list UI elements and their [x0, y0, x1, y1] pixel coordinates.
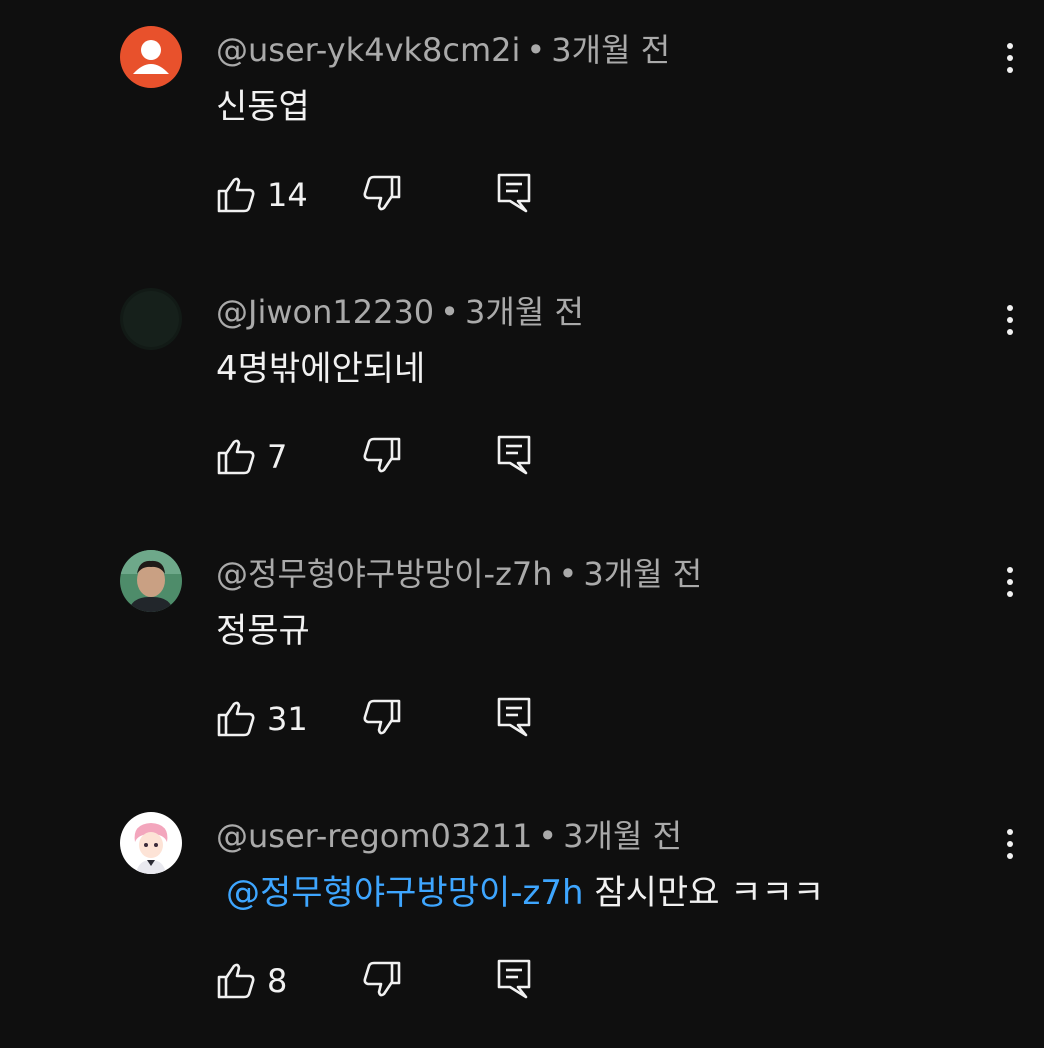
reply-comment-icon	[497, 173, 531, 213]
comment-time: 3개월 전	[563, 817, 683, 855]
comment-actions: 31	[216, 692, 616, 744]
reply-button[interactable]	[496, 696, 532, 738]
avatar[interactable]	[120, 288, 182, 350]
comment: @정무형야구방망이-z7h • 3개월 전 정몽규 31	[0, 524, 1044, 786]
author-name[interactable]: @user-yk4vk8cm2i	[216, 31, 520, 69]
reply-button[interactable]	[496, 958, 532, 1000]
comment-text: 정몽규	[216, 608, 310, 654]
like-button[interactable]	[216, 960, 256, 1000]
thumbs-up-icon	[217, 963, 255, 999]
reply-comment-icon	[497, 959, 531, 999]
author-name[interactable]: @user-regom03211	[216, 817, 532, 855]
author-name[interactable]: @Jiwon12230	[216, 293, 434, 331]
thumbs-down-icon	[363, 175, 401, 211]
default-person-avatar-icon	[120, 26, 182, 88]
comment-body: 신동엽	[216, 87, 310, 127]
mention-link[interactable]: @정무형야구방망이-z7h	[226, 873, 584, 913]
comment-text: 신동엽	[216, 84, 310, 130]
anime-character-avatar-icon	[120, 812, 182, 874]
like-count: 31	[267, 700, 308, 738]
comment: @user-yk4vk8cm2i • 3개월 전 신동엽 14	[0, 0, 1044, 262]
dislike-button[interactable]	[362, 698, 402, 738]
author-name[interactable]: @정무형야구방망이-z7h	[216, 555, 553, 593]
reply-button[interactable]	[496, 434, 532, 476]
comment-time: 3개월 전	[551, 31, 671, 69]
comment-meta: @user-yk4vk8cm2i • 3개월 전	[216, 28, 670, 72]
more-vertical-icon[interactable]	[994, 560, 1026, 604]
thumbs-down-icon	[363, 961, 401, 997]
like-button[interactable]	[216, 698, 256, 738]
comment-time: 3개월 전	[583, 555, 703, 593]
thumbs-up-icon	[217, 439, 255, 475]
like-button[interactable]	[216, 436, 256, 476]
comment-body: 잠시만요 ㅋㅋㅋ	[594, 873, 825, 913]
comment-actions: 14	[216, 168, 616, 220]
comment-body: 4명밖에안되네	[216, 349, 426, 389]
meta-separator: •	[440, 293, 460, 331]
thumbs-up-icon	[217, 177, 255, 213]
photo-avatar-icon	[120, 550, 182, 612]
comment-body: 정몽규	[216, 611, 310, 651]
avatar[interactable]	[120, 812, 182, 874]
comment-text: @정무형야구방망이-z7h 잠시만요 ㅋㅋㅋ	[216, 870, 824, 916]
comment-actions: 7	[216, 430, 616, 482]
reply-button[interactable]	[496, 172, 532, 214]
more-vertical-icon[interactable]	[994, 822, 1026, 866]
meta-separator: •	[526, 31, 546, 69]
dislike-button[interactable]	[362, 960, 402, 1000]
meta-separator: •	[538, 817, 558, 855]
dislike-button[interactable]	[362, 174, 402, 214]
comment: @user-regom03211 • 3개월 전 @정무형야구방망이-z7h 잠시만…	[0, 786, 1044, 1048]
comment-actions: 8	[216, 954, 616, 1006]
comment-time: 3개월 전	[465, 293, 584, 331]
avatar[interactable]	[120, 26, 182, 88]
reply-comment-icon	[497, 435, 531, 475]
like-button[interactable]	[216, 174, 256, 214]
comment-meta: @Jiwon12230 • 3개월 전	[216, 290, 584, 334]
comment-meta: @정무형야구방망이-z7h • 3개월 전	[216, 552, 702, 596]
like-count: 8	[267, 962, 288, 1000]
avatar[interactable]	[120, 550, 182, 612]
like-count: 14	[267, 176, 308, 214]
thumbs-up-icon	[217, 701, 255, 737]
more-vertical-icon[interactable]	[994, 36, 1026, 80]
like-count: 7	[267, 438, 288, 476]
more-vertical-icon[interactable]	[994, 298, 1026, 342]
comment-meta: @user-regom03211 • 3개월 전	[216, 814, 682, 858]
thumbs-down-icon	[363, 699, 401, 735]
dark-avatar-icon	[120, 288, 182, 350]
meta-separator: •	[558, 555, 578, 593]
dislike-button[interactable]	[362, 436, 402, 476]
comment-text: 4명밖에안되네	[216, 346, 425, 392]
comment: @Jiwon12230 • 3개월 전 4명밖에안되네 7	[0, 262, 1044, 524]
thumbs-down-icon	[363, 437, 401, 473]
reply-comment-icon	[497, 697, 531, 737]
